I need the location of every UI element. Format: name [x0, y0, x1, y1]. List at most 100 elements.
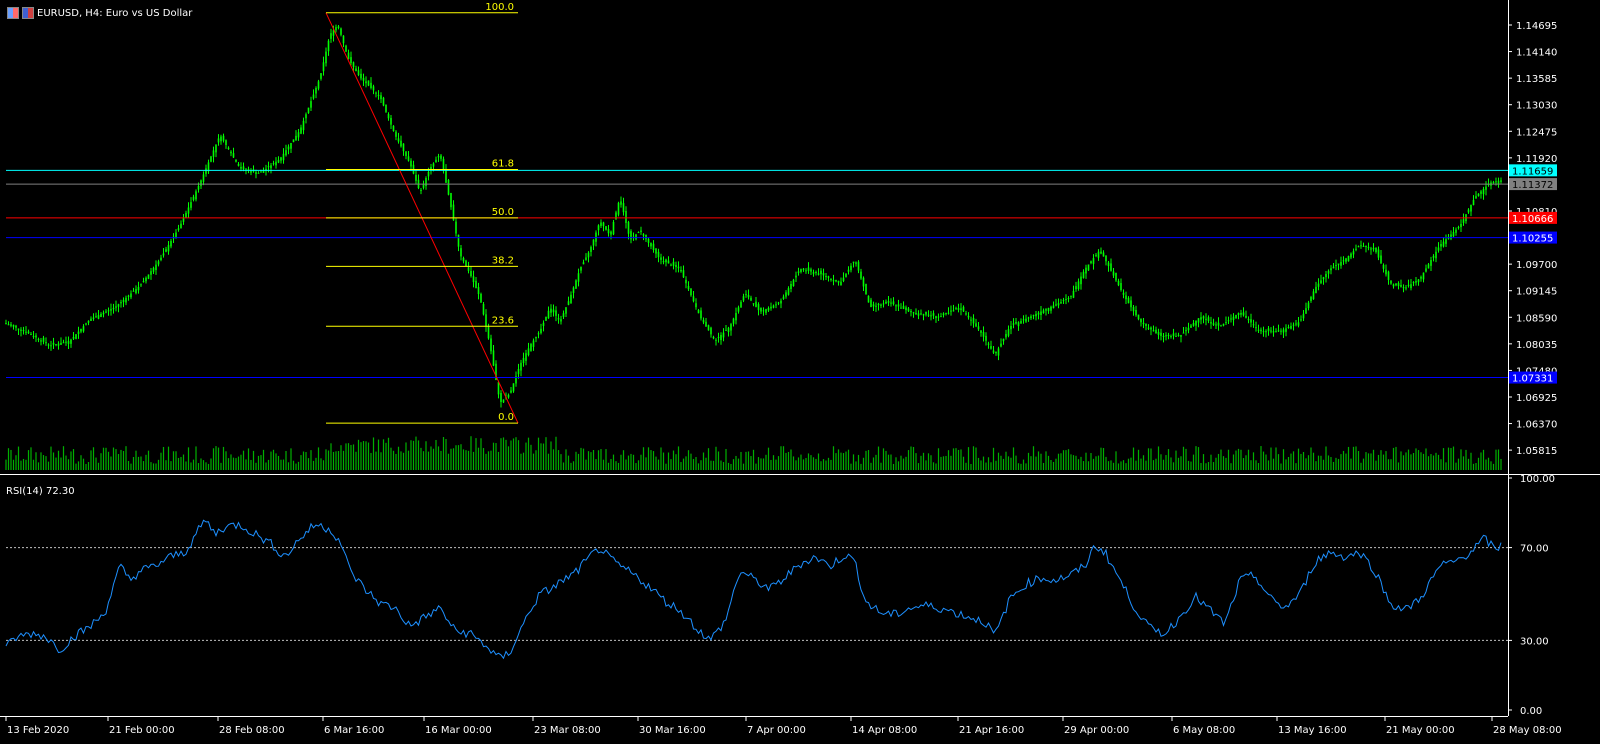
- volume-bar: [1122, 460, 1125, 470]
- volume-bar: [877, 446, 880, 470]
- candle-body: [790, 284, 792, 290]
- candle-body: [1125, 295, 1127, 300]
- volume-bar: [287, 462, 290, 470]
- candle-body: [527, 348, 530, 355]
- volume-bar: [545, 437, 547, 470]
- candle-body: [700, 310, 702, 319]
- candle-body: [80, 328, 82, 332]
- volume-bar: [1297, 448, 1300, 470]
- chart-window-icon[interactable]: [7, 7, 19, 19]
- candle-body: [42, 337, 45, 342]
- candle-body: [1047, 307, 1050, 312]
- rsi-axis-label: 100.00: [1520, 474, 1555, 485]
- candle-body: [1282, 329, 1285, 333]
- candle-body: [1292, 324, 1295, 326]
- candle-body: [1145, 324, 1147, 326]
- volume-bar: [830, 459, 832, 470]
- volume-bar: [1277, 454, 1280, 470]
- volume-bar: [1035, 456, 1037, 470]
- volume-bar: [462, 449, 465, 470]
- volume-bar: [785, 452, 787, 470]
- candle-body: [1070, 295, 1072, 297]
- volume-bar: [1355, 446, 1357, 470]
- candle-body: [1485, 186, 1487, 190]
- candle-body: [440, 155, 442, 159]
- volume-bar: [1200, 462, 1202, 470]
- fibonacci-retracement[interactable]: 100.0 61.8 50.0 38.2 23.6 0.0: [325, 2, 519, 424]
- volume-bar: [1057, 453, 1060, 470]
- volume-bar: [577, 453, 580, 470]
- volume-bar: [770, 459, 772, 470]
- candle-body: [1147, 327, 1150, 329]
- candle-body: [1077, 281, 1080, 290]
- chart-canvas[interactable]: 100.0 61.8 50.0 38.2 23.6 0.0 1.14695 1.14140 1…: [0, 0, 1600, 740]
- volume-bar: [842, 453, 845, 470]
- candle-body: [997, 348, 1000, 356]
- volume-bar: [445, 439, 447, 470]
- candle-body: [355, 68, 357, 72]
- volume-bar: [835, 453, 837, 470]
- price-label: 1.08590: [1516, 313, 1557, 324]
- candle-body: [30, 334, 32, 336]
- volume-bar: [967, 447, 970, 470]
- volume-bar: [1150, 448, 1152, 470]
- candle-body: [710, 327, 712, 335]
- horizontal-lines[interactable]: [6, 169, 1508, 379]
- volume-bar: [272, 449, 275, 470]
- candle-body: [1135, 309, 1137, 316]
- candle-body: [1030, 316, 1032, 319]
- volume-bar: [715, 446, 717, 470]
- volume-bar: [725, 448, 727, 470]
- volume-bar: [145, 454, 147, 470]
- symbol-description: Euro vs US Dollar: [105, 7, 193, 19]
- rsi-subwindow[interactable]: [5, 519, 1508, 660]
- candle-body: [1345, 258, 1347, 262]
- chart-window[interactable]: 100.0 61.8 50.0 38.2 23.6 0.0 1.14695 1.14140 1…: [0, 0, 1600, 740]
- volume-bar: [527, 437, 530, 470]
- volume-bar: [255, 462, 257, 470]
- candle-body: [1302, 313, 1305, 319]
- volume-bar: [630, 453, 632, 470]
- volume-bar: [872, 457, 875, 470]
- volume-bar: [1097, 455, 1100, 470]
- volume-bar: [532, 453, 535, 470]
- volume-bar: [1060, 453, 1062, 470]
- candle-body: [1035, 313, 1037, 317]
- volume-bar: [320, 458, 322, 470]
- candle-body: [557, 318, 560, 320]
- volume-bar: [852, 454, 855, 470]
- candle-body: [280, 157, 282, 161]
- candle-body: [887, 301, 890, 303]
- candle-body: [57, 343, 60, 346]
- candle-body: [772, 305, 775, 308]
- candle-body: [762, 310, 765, 312]
- volume-bar: [1415, 448, 1417, 470]
- candle-body: [22, 330, 25, 332]
- candle-body: [230, 151, 232, 154]
- candle-body: [70, 339, 72, 344]
- candle-body: [1495, 181, 1497, 183]
- candle-body: [250, 171, 252, 173]
- price-label: 1.13030: [1516, 101, 1557, 112]
- volume-bar: [1055, 458, 1057, 470]
- candle-body: [572, 287, 575, 293]
- volume-bar: [1247, 449, 1250, 470]
- volume-bar: [1187, 460, 1190, 470]
- candle-body: [1255, 327, 1257, 329]
- candle-body: [702, 319, 705, 323]
- volume-bar: [1215, 457, 1217, 470]
- volume-bar: [1137, 449, 1140, 470]
- volume-bar: [25, 459, 27, 470]
- volume-bar: [1302, 451, 1305, 470]
- volume-bar: [152, 463, 155, 470]
- volume-bar: [87, 462, 90, 470]
- price-label: 1.08035: [1516, 340, 1557, 351]
- candle-body: [1267, 328, 1270, 332]
- candle-body: [1000, 343, 1002, 347]
- volume-bar: [1445, 462, 1447, 470]
- candle-body: [977, 326, 980, 330]
- volume-bar: [1262, 451, 1265, 470]
- volume-bar: [965, 462, 967, 470]
- candle-body: [580, 267, 582, 271]
- candle-body: [692, 296, 695, 302]
